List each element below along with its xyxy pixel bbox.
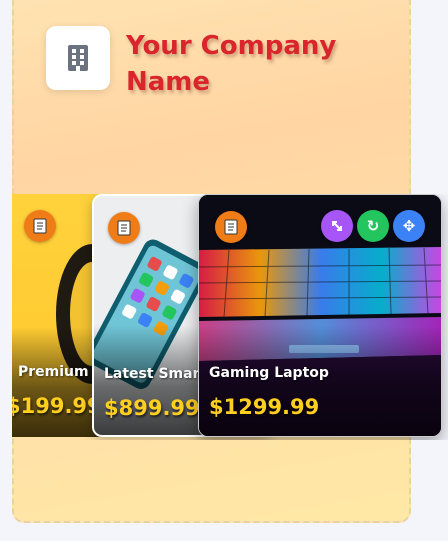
document-badge[interactable] [108, 212, 140, 244]
product-title: Gaming Laptop [209, 365, 329, 381]
product-title: Latest Smar [104, 366, 200, 382]
company-name[interactable]: Your Company Name [126, 28, 366, 100]
document-icon [224, 219, 238, 235]
product-price: $1299.99 [209, 395, 320, 419]
company-logo[interactable] [46, 26, 110, 90]
document-icon [117, 220, 131, 236]
product-price: $899.99 [104, 396, 200, 420]
resize-button[interactable] [321, 210, 353, 242]
product-cards: Premium Wi $199.99 Latest Smar $899.99 ↻… [12, 194, 448, 440]
product-card-selected[interactable]: ↻ ✥ Gaming Laptop $1299.99 [198, 194, 442, 437]
document-icon [33, 218, 47, 234]
document-badge[interactable] [215, 211, 247, 243]
move-icon: ✥ [402, 217, 416, 235]
product-price: $199.99 [12, 394, 102, 418]
card-gradient [199, 326, 441, 436]
resize-icon [332, 221, 342, 231]
building-icon [68, 45, 88, 71]
document-badge[interactable] [24, 210, 56, 242]
move-button[interactable]: ✥ [393, 210, 425, 242]
rotate-icon: ↻ [366, 217, 380, 235]
rotate-button[interactable]: ↻ [357, 210, 389, 242]
